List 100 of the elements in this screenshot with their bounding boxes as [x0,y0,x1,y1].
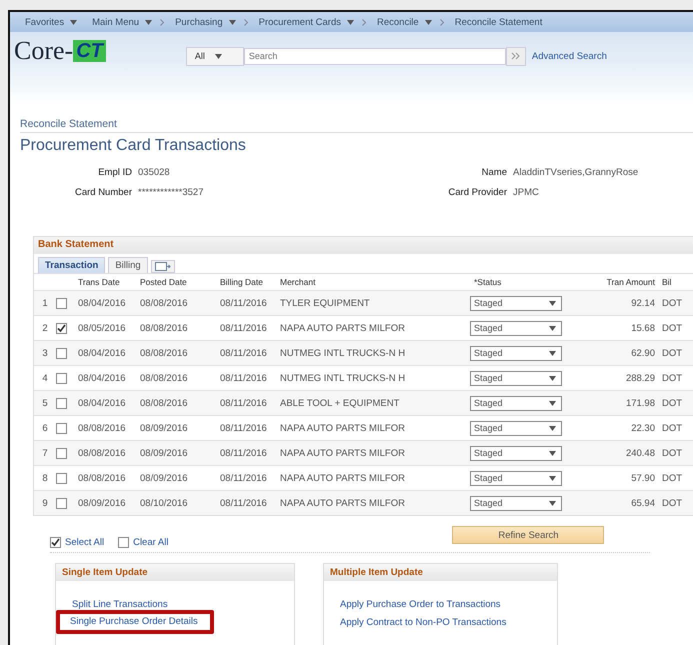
nav-menu-item[interactable]: Reconcile [374,16,422,28]
grid-tab[interactable]: Transaction [38,257,106,273]
refine-search-button[interactable]: Refine Search [452,526,604,544]
field-label: Card Provider [447,187,507,198]
double-chevron-icon [511,52,520,60]
checkbox[interactable] [56,498,67,508]
table-cell-text: 08/08/2016 [139,398,189,408]
table-cell-text: NUTMEG INTL TRUCKS-N H [279,372,406,384]
show-all-columns-icon[interactable] [150,260,175,273]
field-value: AladdinTVseries,GrannyRose [513,167,640,178]
column-header[interactable]: Tran Amount [576,277,658,287]
table-cell-text: NAPA AUTO PARTS MILFOR [279,498,406,508]
status-dropdown[interactable]: Staged [470,346,562,360]
advanced-search-link[interactable]: Advanced Search [532,50,607,62]
chevron-icon [549,426,556,430]
panel-link[interactable]: Apply Contract to Non-PO Transactions [340,617,557,628]
column-header[interactable]: Trans Date [74,277,136,287]
breadcrumb-link[interactable]: Reconcile Statement [20,118,117,130]
chevron-icon [549,326,556,330]
column-header[interactable]: Merchant [276,277,466,287]
separator-icon [440,18,444,26]
logo-mark: CT [73,40,106,62]
table-cell-text: NAPA AUTO PARTS MILFOR [279,472,406,484]
select-all-icon[interactable] [50,537,61,548]
checkbox[interactable] [56,372,67,384]
nav-menu-item[interactable]: Main Menu [89,16,142,28]
panel-title: Single Item Update [62,567,148,578]
clear-all-link[interactable]: Clear All [133,537,168,548]
table-cell-text: DOT [661,422,684,434]
field-label: Card Number [74,187,132,198]
table-cell-text: 08/09/2016 [139,472,189,484]
status-dropdown[interactable]: Staged [470,420,562,436]
table-cell-text: 08/08/2016 [139,322,189,334]
status-dropdown[interactable]: Staged [470,370,562,386]
page-title: Procurement Card Transactions [20,137,246,154]
chevron-icon [549,450,556,456]
checkbox[interactable] [56,472,67,484]
row-number: 6 [41,422,49,434]
table-cell-text: 08/11/2016 [219,398,268,408]
table-cell-text: DOT [661,348,684,358]
field-label: Name [480,167,507,178]
chevron-icon [549,350,556,356]
column-header[interactable]: Posted Date [136,277,216,287]
table-cell-text: NAPA AUTO PARTS MILFOR [279,422,406,434]
status-dropdown[interactable]: Staged [470,470,562,486]
table-cell-text: ABLE TOOL + EQUIPMENT [279,398,400,408]
table-cell-text: 08/11/2016 [219,472,268,484]
status-dropdown[interactable]: Staged [470,320,562,336]
clear-all-icon[interactable] [118,537,130,548]
checkbox[interactable] [56,398,67,408]
field-value: JPMC [513,187,540,198]
table-cell-text: 08/11/2016 [219,372,268,384]
scope-dropdown[interactable]: All [186,46,244,66]
row-number: 4 [41,372,49,384]
table-cell-text: NAPA AUTO PARTS MILFOR [279,448,406,458]
panel-link[interactable]: Apply Purchase Order to Transactions [340,599,557,610]
nav-menu-item[interactable]: Reconcile Statement [452,16,546,28]
table-cell-text: TYLER EQUIPMENT [279,298,371,308]
checkbox[interactable] [56,298,67,308]
search-field[interactable]: Search [244,48,506,64]
table-cell-text: 08/08/2016 [139,372,189,384]
chevron-icon [549,500,556,506]
checkbox[interactable] [56,422,67,434]
table-cell-text: 08/11/2016 [219,348,268,358]
column-header[interactable]: Billing Date [216,277,276,287]
checkbox[interactable] [56,448,67,458]
table-cell-text: 08/09/2016 [139,422,189,434]
row-number: 7 [41,448,49,458]
checkbox[interactable] [56,348,67,358]
panel-link[interactable]: Split Line Transactions [72,599,294,610]
panel-link[interactable]: Single Purchase Order Details [70,616,198,627]
column-header[interactable]: *Status [466,277,576,287]
status-dropdown[interactable]: Staged [470,446,562,460]
table-cell-text: DOT [661,498,684,508]
table-cell-text: NAPA AUTO PARTS MILFOR [279,322,406,334]
table-cell-text: 92.14 [630,298,656,308]
select-all-link[interactable]: Select All [65,537,104,548]
status-dropdown[interactable]: Staged [470,496,562,510]
separator-icon [362,18,366,26]
row-number: 8 [41,472,49,484]
status-dropdown[interactable]: Staged [470,296,562,310]
checkbox[interactable] [56,322,67,334]
field-label: Empl ID [97,167,132,178]
column-header[interactable]: Bil [658,277,693,287]
table-cell-text: 08/11/2016 [219,448,268,458]
table-cell-text: DOT [661,372,684,384]
table-cell-text: 65.94 [630,498,656,508]
table-cell-text: 08/11/2016 [219,322,268,334]
table-cell-text: 08/08/2016 [139,348,189,358]
row-number: 2 [41,322,49,334]
nav-menu-item[interactable]: Purchasing [172,16,226,28]
nav-menu-item[interactable]: Procurement Cards [256,16,344,28]
status-dropdown[interactable]: Staged [470,396,562,410]
table-cell-text: 08/08/2016 [77,448,127,458]
nav-menu-item[interactable]: Favorites [22,16,68,28]
table-cell-text: 240.48 [624,448,656,458]
grid-tab[interactable]: Billing [108,257,148,273]
search-go-button[interactable] [506,46,526,66]
table-cell-text: 62.90 [630,348,656,358]
table-cell-text: NUTMEG INTL TRUCKS-N H [279,348,406,358]
